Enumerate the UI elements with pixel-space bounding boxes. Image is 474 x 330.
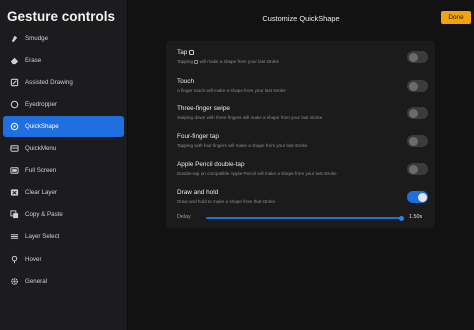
option-title: Apple Pencil double-tap (177, 161, 245, 168)
option-title: Four-finger tap (177, 133, 219, 140)
sidebar-item-label: Copy & Paste (25, 211, 63, 218)
option-description: Tapping with four fingers will make a sh… (177, 143, 308, 148)
quickshape-icon (3, 122, 25, 131)
option-description: Draw and hold to make a shape from that … (177, 199, 276, 204)
three-finger-swipe-toggle[interactable] (407, 107, 428, 119)
smudge-icon (3, 34, 25, 43)
page-title: Customize QuickShape (262, 14, 340, 23)
option-title: Touch (177, 78, 195, 85)
option-title: Three-finger swipe (177, 105, 230, 112)
option-description: Tapping (177, 59, 194, 64)
clear-layer-icon (3, 188, 25, 197)
gear-icon (3, 277, 25, 286)
eyedropper-icon (3, 100, 25, 109)
sidebar-item-label: QuickShape (25, 123, 59, 130)
option-apple-pencil-double-tap: Apple Pencil double-tap Double-tap on co… (166, 155, 435, 184)
sidebar-item-general[interactable]: General (3, 271, 124, 292)
sidebar-item-layer-select[interactable]: Layer Select (3, 226, 124, 247)
option-touch: Touch A finger touch will make a shape f… (166, 72, 435, 101)
option-title: Draw and hold (177, 189, 219, 196)
eraser-icon (3, 56, 25, 65)
option-description: will make a shape from your last stroke (199, 59, 280, 64)
four-finger-tap-toggle[interactable] (407, 135, 428, 147)
toggle-knob (417, 192, 427, 202)
delay-slider-handle[interactable] (399, 215, 404, 221)
tap-target-icon (194, 59, 199, 64)
sidebar-item-quickshape[interactable]: QuickShape (3, 116, 124, 137)
draw-and-hold-toggle[interactable] (407, 191, 428, 203)
option-description: Swiping down with three fingers will mak… (177, 115, 323, 120)
toggle-knob (408, 52, 418, 62)
option-three-finger-swipe: Three-finger swipe Swiping down with thr… (166, 99, 435, 128)
tap-toggle[interactable] (407, 51, 428, 63)
toggle-knob (408, 81, 418, 91)
sidebar-item-label: Hover (25, 256, 42, 263)
sidebar-item-label: Erase (25, 57, 42, 64)
full-screen-icon (3, 166, 25, 175)
assisted-drawing-icon (3, 78, 25, 87)
option-description: A finger touch will make a shape from yo… (177, 88, 286, 93)
hover-icon (3, 255, 25, 264)
delay-row: Delay 1.50s (166, 211, 435, 225)
delay-label: Delay (177, 214, 191, 220)
sidebar-item-label: Smudge (25, 35, 49, 42)
layer-select-icon (3, 232, 25, 241)
quickmenu-icon (3, 144, 25, 153)
options-panel: Tap Tapping will make a shape from your … (166, 41, 435, 228)
sidebar-item-label: Full Screen (25, 167, 57, 174)
sidebar-item-label: Clear Layer (25, 189, 57, 196)
sidebar-item-label: Eyedropper (25, 101, 57, 108)
sidebar-item-smudge[interactable]: Smudge (3, 28, 124, 49)
done-button[interactable]: Done (441, 11, 471, 24)
sidebar-title: Gesture controls (7, 9, 116, 24)
delay-slider-track[interactable] (206, 217, 402, 219)
tap-target-icon (189, 50, 195, 55)
sidebar-item-label: General (25, 278, 48, 285)
sidebar-item-erase[interactable]: Erase (3, 50, 124, 71)
sidebar-item-eyedropper[interactable]: Eyedropper (3, 94, 124, 115)
sidebar-item-quickmenu[interactable]: QuickMenu (3, 138, 124, 159)
sidebar: Gesture controls Smudge Erase Assisted D… (0, 0, 128, 330)
option-draw-and-hold: Draw and hold Draw and hold to make a sh… (166, 183, 435, 212)
main-content: Customize QuickShape Done Tap Tapping wi… (128, 0, 474, 330)
sidebar-item-clear-layer[interactable]: Clear Layer (3, 182, 124, 203)
option-title: Tap (177, 49, 188, 56)
delay-value: 1.50s (409, 214, 423, 220)
toggle-knob (408, 108, 418, 118)
toggle-knob (408, 136, 418, 146)
option-four-finger-tap: Four-finger tap Tapping with four finger… (166, 127, 435, 156)
apple-pencil-double-tap-toggle[interactable] (407, 163, 428, 175)
sidebar-item-copy-paste[interactable]: Copy & Paste (3, 204, 124, 225)
sidebar-item-label: QuickMenu (25, 145, 57, 152)
copy-paste-icon (3, 210, 25, 219)
option-tap: Tap Tapping will make a shape from your … (166, 43, 435, 72)
sidebar-item-label: Assisted Drawing (25, 79, 73, 86)
sidebar-item-assisted-drawing[interactable]: Assisted Drawing (3, 72, 124, 93)
sidebar-item-label: Layer Select (25, 233, 60, 240)
toggle-knob (408, 164, 418, 174)
sidebar-item-hover[interactable]: Hover (3, 249, 124, 270)
touch-toggle[interactable] (407, 80, 428, 92)
option-description: Double-tap on compatible Apple Pencil wi… (177, 171, 337, 176)
sidebar-item-full-screen[interactable]: Full Screen (3, 160, 124, 181)
